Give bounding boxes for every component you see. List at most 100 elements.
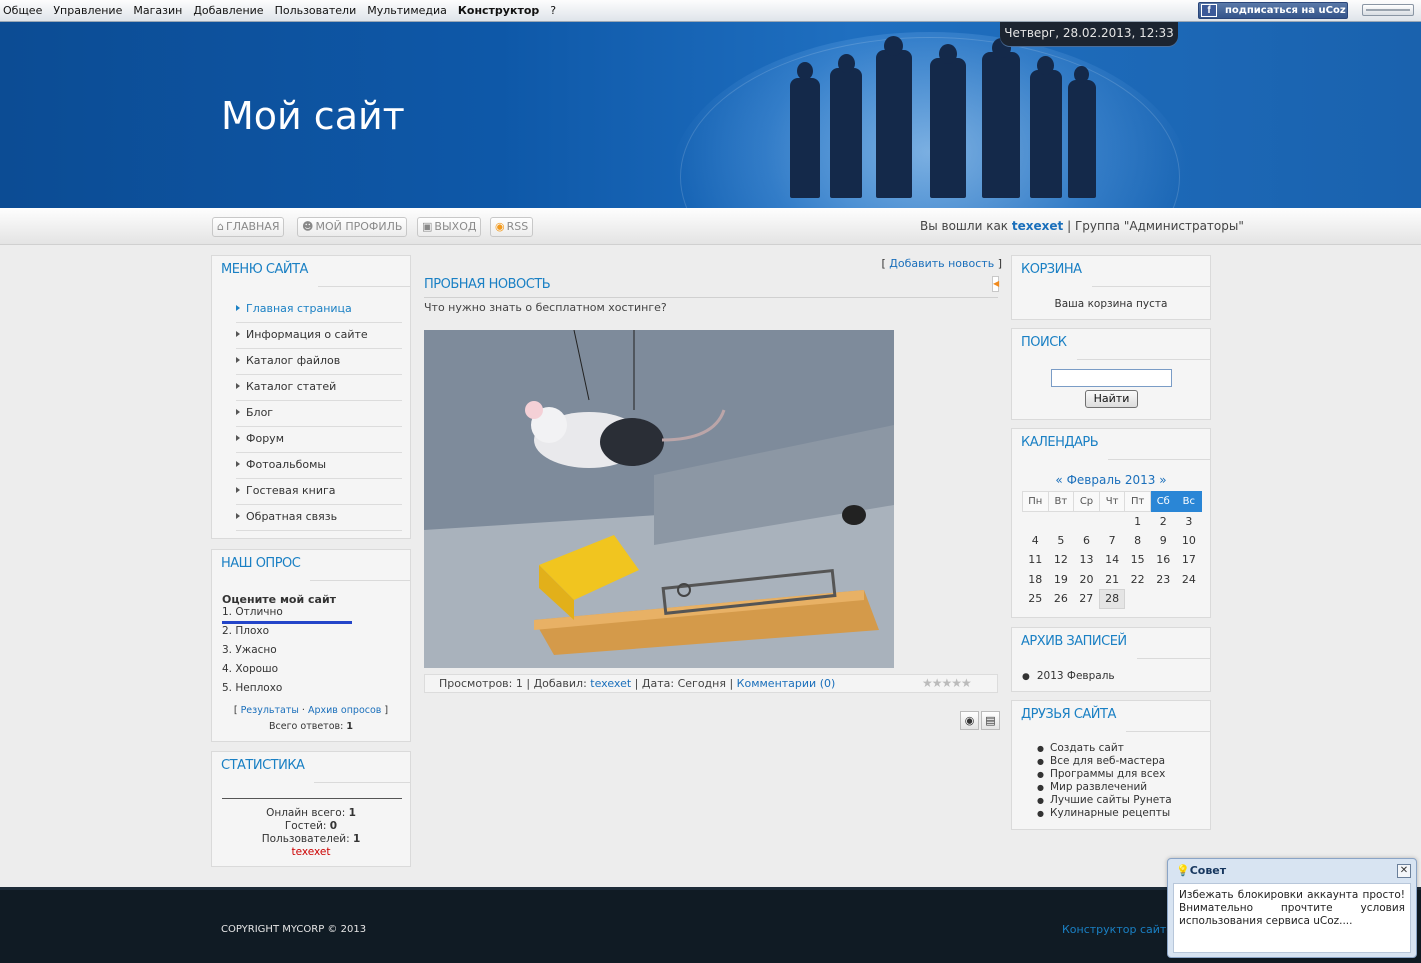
poll-total-label: Всего ответов:	[268, 721, 344, 732]
search-title: Поиск	[1011, 328, 1087, 361]
poll-result-bar	[222, 621, 352, 624]
news-admin-icon[interactable]: ◀	[992, 276, 999, 292]
logged-in-username[interactable]: texexet	[1012, 219, 1063, 233]
rating-stars-icon[interactable]: ★★★★★	[922, 675, 972, 692]
facebook-icon: f	[1201, 4, 1217, 17]
lightbulb-icon: 💡	[1176, 864, 1190, 877]
constructor-link[interactable]: Конструктор сайтов	[1062, 923, 1180, 936]
poll-option-4[interactable]: 4. Хорошо	[222, 663, 278, 675]
weekday-mon: Пн	[1022, 491, 1049, 512]
menu-item-about[interactable]: Информация о сайте	[236, 323, 402, 349]
menu-item-home[interactable]: Главная страница	[236, 297, 402, 323]
nav-home-button[interactable]: ⌂ ГЛАВНАЯ	[212, 217, 285, 237]
admin-menu-general[interactable]: Общее	[3, 4, 42, 17]
friend-link-label: Мир развлечений	[1049, 781, 1148, 793]
close-icon[interactable]: ✕	[1397, 864, 1411, 878]
statistics-content: Онлайн всего: 1 Гостей: 0 Пользователей:…	[212, 807, 410, 859]
archive-title: Архив записей	[1011, 627, 1147, 660]
calendar-day: 1	[1134, 514, 1142, 528]
poll-results-link[interactable]: Результаты	[241, 705, 299, 716]
friend-link[interactable]: ● Кулинарные рецепты	[1037, 807, 1172, 820]
calendar-month-label[interactable]: Февраль 2013	[1067, 473, 1156, 487]
calendar-day: 20	[1079, 572, 1094, 586]
news-image	[424, 330, 894, 668]
admin-menu-control[interactable]: Управление	[53, 4, 122, 17]
calendar-day-today[interactable]: 28	[1098, 588, 1126, 609]
archive-item[interactable]: ● 2013 Февраль	[1022, 670, 1115, 682]
archive-item-label: 2013 Февраль	[1036, 670, 1115, 682]
nav-profile-button[interactable]: ☻ МОЙ ПРОФИЛЬ	[297, 217, 408, 237]
poll-option-5[interactable]: 5. Неплохо	[222, 682, 282, 694]
archive-block: Архив записей ● 2013 Февраль	[1011, 627, 1211, 692]
print-page-icon[interactable]: ▤	[981, 711, 1000, 730]
nav-logout-button[interactable]: ▣ ВЫХОД	[417, 217, 482, 237]
friend-link[interactable]: ● Все для веб-мастера	[1037, 755, 1172, 768]
author-link[interactable]: texexet	[590, 677, 631, 690]
subscribe-ucoz-button[interactable]: f подписаться на uCoz	[1198, 2, 1348, 19]
online-user-link[interactable]: texexet	[212, 846, 410, 859]
mousetrap-image	[424, 330, 894, 668]
poll-option-2[interactable]: 2. Плохо	[222, 625, 269, 637]
menu-item-articles[interactable]: Каталог статей	[236, 375, 402, 401]
site-menu-block: Меню сайта Главная страница Информация о…	[211, 255, 411, 539]
nav-rss-button[interactable]: ◉ RSS	[490, 217, 534, 237]
calendar-prev-link[interactable]: «	[1055, 473, 1062, 487]
calendar-day: 7	[1108, 533, 1116, 547]
nav-bar: ⌂ ГЛАВНАЯ ☻ МОЙ ПРОФИЛЬ ▣ ВЫХОД ◉ RSS Вы вош…	[0, 208, 1421, 245]
site-title[interactable]: Мой сайт	[221, 94, 405, 138]
news-divider	[424, 297, 998, 298]
tip-text: Избежать блокировки аккаунта просто! Вни…	[1173, 883, 1411, 953]
admin-bar: Общее Управление Магазин Добавление Пользова…	[0, 0, 1421, 22]
menu-item-photos[interactable]: Фотоальбомы	[236, 453, 402, 479]
admin-menu-constructor[interactable]: Конструктор	[458, 4, 539, 17]
admin-menu-users[interactable]: Пользователи	[275, 4, 357, 17]
friends-title: Друзья сайта	[1011, 700, 1136, 733]
search-input[interactable]	[1051, 369, 1172, 387]
poll-archive-link[interactable]: Архив опросов	[308, 705, 381, 716]
view-eye-icon[interactable]: ◉	[960, 711, 979, 730]
calendar-day	[1125, 589, 1151, 609]
admin-menu-multimedia[interactable]: Мультимедиа	[367, 4, 447, 17]
poll-option-1[interactable]: 1. Отлично	[222, 606, 283, 618]
admin-menu-add[interactable]: Добавление	[193, 4, 263, 17]
lock-icon: ▣	[422, 220, 433, 233]
calendar-day: 12	[1053, 553, 1068, 567]
weekday-sun: Вс	[1175, 491, 1203, 512]
search-button[interactable]: Найти	[1085, 390, 1138, 408]
views-value: 1	[515, 677, 523, 690]
calendar-day: 23	[1156, 572, 1171, 586]
menu-item-blog[interactable]: Блог	[236, 401, 402, 427]
admin-menu-help[interactable]: ?	[550, 4, 556, 17]
user-icon: ☻	[302, 220, 314, 233]
calendar-next-link[interactable]: »	[1159, 473, 1166, 487]
calendar-day: 26	[1053, 592, 1068, 606]
menu-item-feedback[interactable]: Обратная связь	[236, 505, 402, 531]
comments-link[interactable]: Комментарии (0)	[737, 677, 836, 690]
calendar-day: 13	[1079, 553, 1094, 567]
menu-item-forum[interactable]: Форум	[236, 427, 402, 453]
copyright-text: COPYRIGHT MYCORP © 2013	[221, 924, 367, 935]
calendar-day	[1176, 589, 1202, 609]
add-news-link-wrap: [ Добавить новость ]	[881, 257, 1002, 270]
rss-icon: ◉	[495, 220, 505, 233]
calendar-day: 22	[1130, 572, 1145, 586]
poll-option-3[interactable]: 3. Ужасно	[222, 644, 277, 656]
calendar-day: 27	[1079, 592, 1094, 606]
friend-link[interactable]: ● Мир развлечений	[1037, 781, 1172, 794]
weekday-wed: Ср	[1073, 491, 1100, 512]
admin-menu: Общее Управление Магазин Добавление Пользова…	[3, 4, 567, 17]
friend-link[interactable]: ● Лучшие сайты Рунета	[1037, 794, 1172, 807]
calendar-day: 8	[1134, 533, 1142, 547]
panel-toggle-icon[interactable]	[1362, 4, 1414, 16]
friend-link[interactable]: ● Создать сайт	[1037, 742, 1172, 755]
news-text: Что нужно знать о бесплатном хостинге?	[424, 301, 667, 314]
admin-menu-shop[interactable]: Магазин	[133, 4, 182, 17]
friend-link[interactable]: ● Программы для всех	[1037, 768, 1172, 781]
calendar-day: 19	[1053, 572, 1068, 586]
menu-item-files[interactable]: Каталог файлов	[236, 349, 402, 375]
logged-in-label: Вы вошли как	[920, 219, 1009, 233]
weekday-fri: Пт	[1124, 491, 1151, 512]
menu-item-guestbook[interactable]: Гостевая книга	[236, 479, 402, 505]
add-news-link[interactable]: Добавить новость	[889, 257, 994, 270]
news-title[interactable]: Пробная новость	[424, 277, 551, 292]
